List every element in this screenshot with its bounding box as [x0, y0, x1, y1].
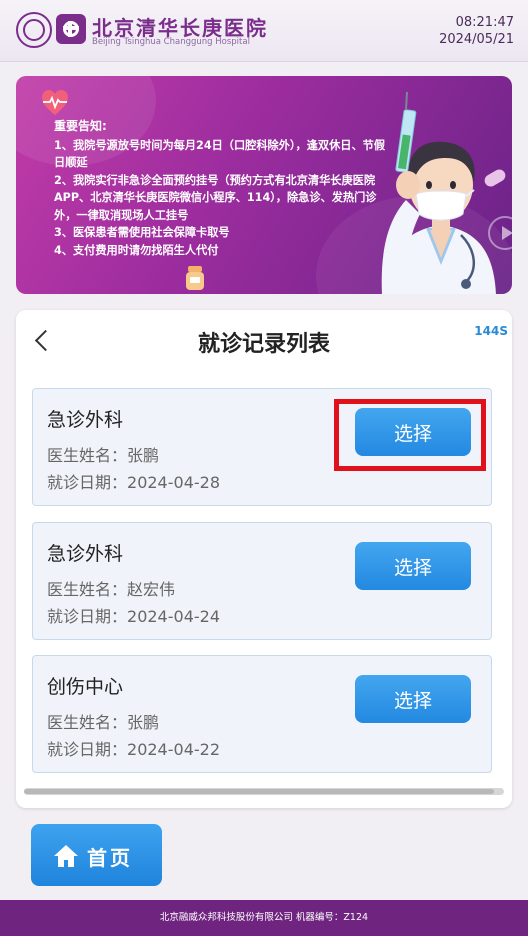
doctor-name: 医生姓名：赵宏伟: [47, 580, 176, 599]
notice-item: 4、支付费用时请勿找陌生人代付: [54, 243, 219, 257]
department-name: 急诊外科: [47, 543, 124, 565]
footer: 北京融威众邦科技股份有限公司 机器编号：Z124: [0, 900, 528, 936]
select-button[interactable]: 选择: [355, 542, 471, 590]
visit-date: 就诊日期：2024-04-24: [47, 607, 220, 626]
visit-date: 就诊日期：2024-04-28: [47, 473, 220, 492]
visit-date: 就诊日期：2024-04-22: [47, 740, 220, 759]
select-button[interactable]: 选择: [355, 675, 471, 723]
notice-title: 重要告知:: [54, 119, 107, 133]
home-button[interactable]: 首页: [31, 824, 162, 886]
record-card: 创伤中心 医生姓名：张鹏 就诊日期：2024-04-22 选择: [32, 655, 492, 773]
records-panel: 就诊记录列表 144S 急诊外科 医生姓名：张鹏 就诊日期：2024-04-28…: [16, 310, 512, 808]
doctor-illustration: [381, 91, 496, 294]
hospital-cross-logo-icon: [56, 14, 86, 44]
university-seal-icon: [16, 12, 52, 48]
doctor-name: 医生姓名：张鹏: [47, 713, 160, 732]
department-name: 急诊外科: [47, 409, 124, 431]
department-name: 创伤中心: [47, 676, 124, 698]
notice-item: 3、医保患者需使用社会保障卡取号: [54, 226, 230, 239]
record-card: 急诊外科 医生姓名：赵宏伟 就诊日期：2024-04-24 选择: [32, 522, 492, 640]
clock-time: 08:21:47: [455, 15, 514, 30]
home-button-label: 首页: [87, 848, 133, 870]
notice-text: 重要告知: 1、我院号源放号时间为每月24日（口腔科除外），逢双休日、节假日顺延…: [54, 118, 394, 259]
clock: 08:21:47 2024/05/21: [439, 14, 514, 48]
notice-item: 1、我院号源放号时间为每月24日（口腔科除外），逢双休日、节假日顺延: [54, 138, 386, 170]
horizontal-scrollbar[interactable]: [24, 788, 504, 795]
page-title: 就诊记录列表: [197, 332, 330, 357]
header: 北京清华长庚医院 Beijing Tsinghua Changgung Hosp…: [0, 0, 528, 62]
scrollbar-thumb[interactable]: [24, 789, 494, 794]
home-icon: [54, 845, 78, 867]
notice-item: 2、我院实行非急诊全面预约挂号（预约方式有北京清华长庚医院APP、北京清华长庚医…: [54, 173, 377, 222]
heartbeat-icon: [42, 90, 68, 115]
countdown-timer: 144S: [474, 324, 508, 338]
doctor-name: 医生姓名：张鹏: [47, 446, 160, 465]
clock-date: 2024/05/21: [439, 32, 514, 47]
highlight-box: [334, 399, 486, 471]
hospital-name-english: Beijing Tsinghua Changgung Hospital: [92, 37, 250, 47]
medicine-bottle-icon: [186, 266, 204, 290]
notice-banner: 重要告知: 1、我院号源放号时间为每月24日（口腔科除外），逢双休日、节假日顺延…: [16, 76, 512, 294]
